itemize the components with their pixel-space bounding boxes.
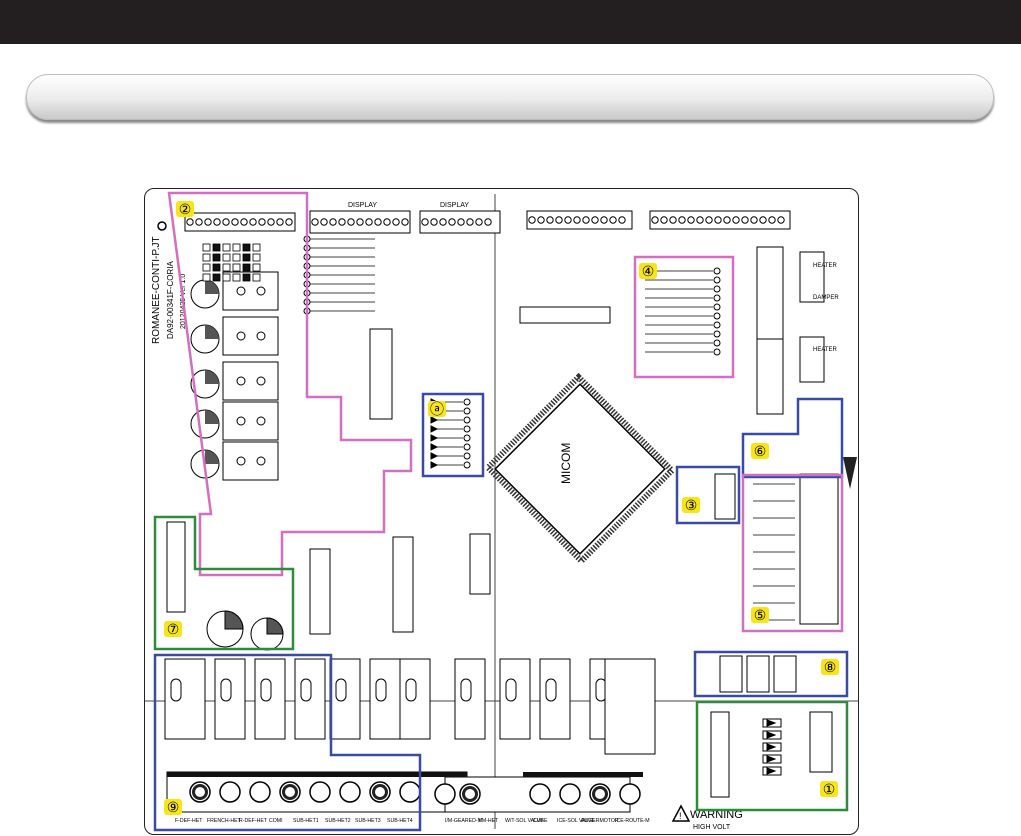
terminal-label: ICE-ROUTE-M [615,818,650,824]
marker-9: ⑨ [164,799,182,815]
right-label-heater-2: HEATER [813,347,838,353]
svg-text:②: ② [179,201,192,217]
board-title: ROMANEE-CONTI-P.JT [151,236,162,344]
micom-label: MICOM [559,443,573,484]
svg-text:⑦: ⑦ [167,621,180,637]
svg-text:③: ③ [685,497,698,513]
svg-text:ⓐ: ⓐ [430,401,444,417]
left-relay-column [190,243,279,481]
marker-3: ③ [682,497,700,513]
marker-7: ⑦ [164,621,182,637]
svg-text:⑨: ⑨ [167,799,180,815]
terminal-label: SUB-HET2 [325,818,351,824]
marker-5: ⑤ [751,607,769,623]
svg-text:①: ① [823,781,836,797]
terminal-label: SUB-HET1 [293,818,319,824]
high-volt-label: HIGH VOLT [693,824,731,831]
terminal-label: AUGERMOTOR [581,818,619,824]
terminal-label: F-DEF-HET [175,818,203,824]
terminal-label: FRENCH-HET [207,818,242,824]
svg-text:!: ! [679,811,682,821]
marker-1: ① [820,781,838,797]
board-part-number: DA92-00341F-CORIA [166,261,175,339]
marker-2: ② [176,201,194,217]
marker-6: ⑥ [751,443,769,459]
pcb-board-diagram: DISPLAY DISPLAY ROMANEE-CONTI-P.JT DA92-… [144,188,859,835]
marker-4: ④ [639,263,657,279]
terminal-label: I/M-HET [479,818,499,824]
marker-8: ⑧ [821,659,839,675]
title-banner [26,74,994,120]
marker-a: ⓐ [428,401,446,417]
top-bar [0,0,1021,44]
terminal-label: SUB-HET3 [355,818,381,824]
svg-text:⑧: ⑧ [824,659,837,675]
arrow-icon [843,457,857,489]
micom-chip [483,372,677,566]
display-label-2: DISPLAY [440,202,469,209]
svg-text:⑥: ⑥ [754,443,767,459]
terminal-label: R-DEF-HET [239,818,268,824]
terminal-label: COMI [269,818,283,824]
terminal-label: CUBE [533,818,548,824]
svg-text:④: ④ [642,263,655,279]
right-label-damper: DAMPER [813,295,839,301]
svg-text:⑤: ⑤ [754,607,767,623]
terminal-label: SUB-HET4 [387,818,413,824]
right-label-heater: HEATER [813,263,838,269]
terminal-label: I/M-GEARED-M [445,818,482,824]
display-label-1: DISPLAY [348,202,377,209]
